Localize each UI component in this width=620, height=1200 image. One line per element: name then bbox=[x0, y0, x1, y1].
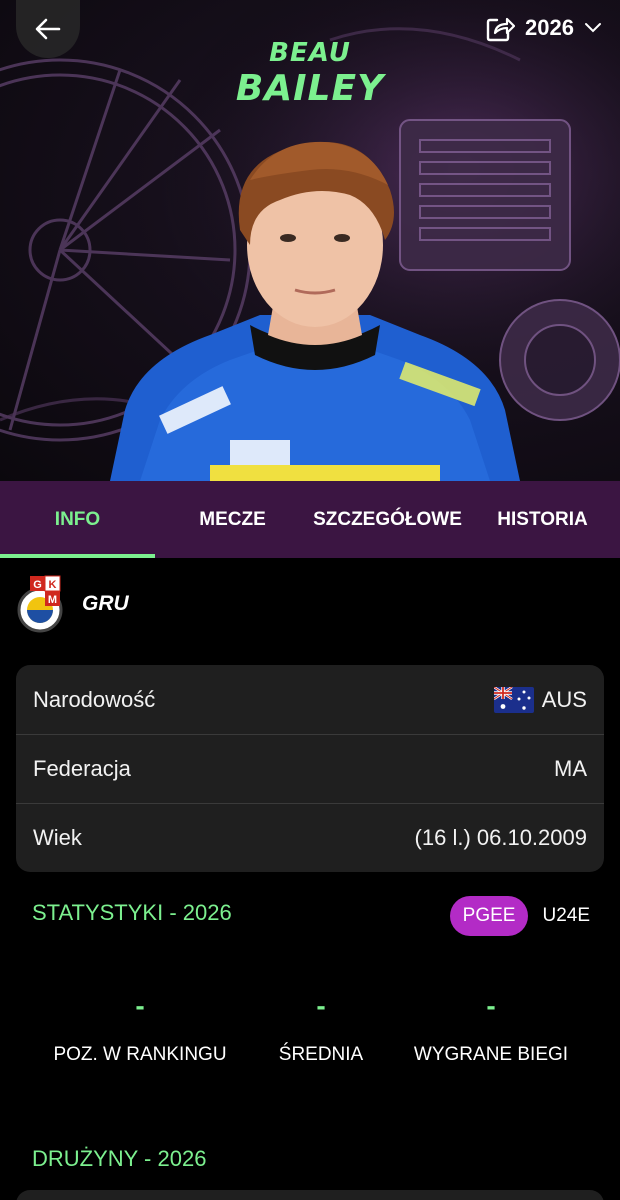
tab-mecze[interactable]: MECZE bbox=[155, 481, 310, 558]
stat-value: - bbox=[486, 990, 496, 1021]
tab-info[interactable]: INFO bbox=[0, 481, 155, 558]
league-filter: PGEE U24E bbox=[449, 896, 590, 936]
player-info-card: Narodowość AUS Federacja MA Wiek (16 l.)… bbox=[16, 665, 604, 872]
player-photo bbox=[110, 141, 520, 481]
info-row-nationality: Narodowość AUS bbox=[16, 665, 604, 734]
info-label: Federacja bbox=[33, 756, 131, 781]
team-code[interactable]: GRU bbox=[82, 592, 129, 616]
team-link[interactable]: G K M GRU bbox=[16, 574, 129, 634]
stats-section-title: STATYSTYKI - 2026 bbox=[32, 900, 232, 925]
stat-won-heats: - WYGRANE BIEGI bbox=[400, 990, 582, 1066]
tab-info-label: INFO bbox=[54, 508, 101, 530]
team-logo-letter: G bbox=[33, 579, 42, 591]
info-value-federation: MA bbox=[554, 756, 587, 781]
team-logo-letter: M bbox=[48, 594, 57, 606]
player-last-name: BAILEY bbox=[235, 68, 385, 109]
player-first-name: BEAU bbox=[269, 38, 351, 68]
info-value-nationality: AUS bbox=[541, 686, 587, 712]
tab-historia-label: HISTORIA bbox=[497, 508, 588, 530]
australia-flag-icon bbox=[493, 686, 534, 713]
stat-value: - bbox=[316, 990, 326, 1021]
stat-value: - bbox=[135, 990, 145, 1021]
info-row-age: Wiek (16 l.) 06.10.2009 bbox=[16, 803, 604, 872]
arrow-left-icon bbox=[35, 18, 61, 40]
stat-label: POZ. W RANKINGU bbox=[53, 1044, 227, 1065]
tab-szczegolowe-label: SZCZEGÓŁOWE bbox=[313, 508, 462, 530]
teams-card bbox=[16, 1190, 604, 1200]
stat-label: ŚREDNIA bbox=[278, 1044, 364, 1065]
tab-historia[interactable]: HISTORIA bbox=[465, 481, 620, 558]
info-value-age: (16 l.) 06.10.2009 bbox=[414, 825, 587, 850]
league-chip-pgee[interactable]: PGEE bbox=[449, 896, 529, 936]
team-logo-letter: K bbox=[49, 579, 57, 591]
tab-bar: INFO MECZE SZCZEGÓŁOWE HISTORIA bbox=[0, 481, 620, 558]
stat-label: WYGRANE BIEGI bbox=[413, 1044, 569, 1065]
info-label: Wiek bbox=[33, 825, 82, 850]
info-label: Narodowość bbox=[33, 686, 156, 712]
chevron-down-icon[interactable] bbox=[584, 22, 602, 34]
info-row-federation: Federacja MA bbox=[16, 734, 604, 803]
teams-section-title: DRUŻYNY - 2026 bbox=[32, 1146, 207, 1171]
tab-mecze-label: MECZE bbox=[199, 508, 266, 530]
stat-ranking: - POZ. W RANKINGU bbox=[40, 990, 240, 1066]
league-chip-u24e[interactable]: U24E bbox=[542, 905, 590, 927]
player-hero: 2026 BEAU BAILEY bbox=[0, 0, 620, 481]
active-tab-indicator bbox=[0, 554, 155, 558]
stats-grid: - POZ. W RANKINGU - ŚREDNIA - WYGRANE BI… bbox=[0, 990, 620, 1080]
tab-szczegolowe[interactable]: SZCZEGÓŁOWE bbox=[310, 481, 465, 558]
stat-average: - ŚREDNIA bbox=[250, 990, 392, 1066]
team-logo: G K M bbox=[17, 575, 63, 633]
